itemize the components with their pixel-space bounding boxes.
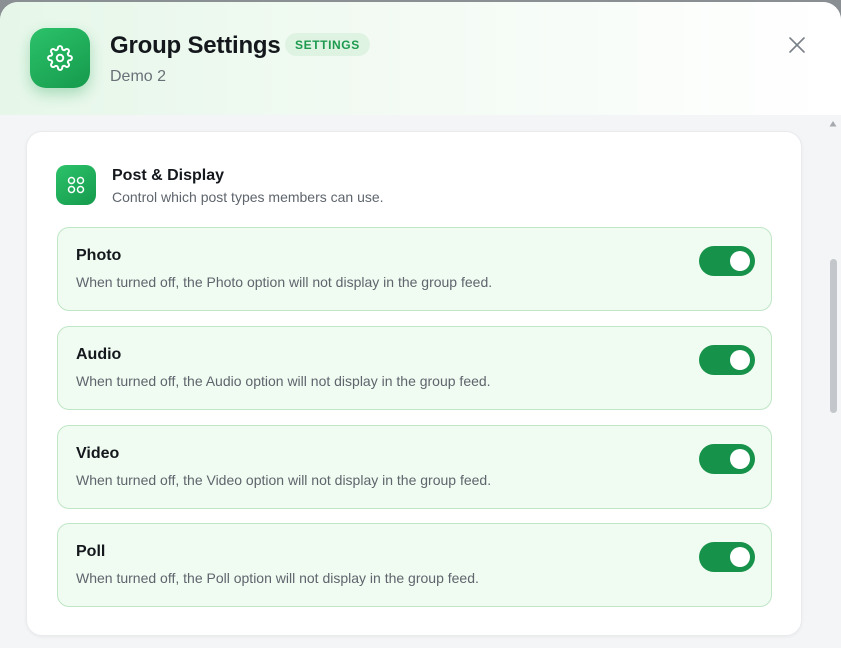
option-row-video: Video When turned off, the Video option … xyxy=(57,425,772,509)
video-toggle[interactable] xyxy=(699,444,755,474)
section-title: Post & Display xyxy=(112,167,225,184)
option-description: When turned off, the Poll option will no… xyxy=(76,570,479,586)
option-title: Poll xyxy=(76,543,106,560)
photo-toggle[interactable] xyxy=(699,246,755,276)
option-row-poll: Poll When turned off, the Poll option wi… xyxy=(57,523,772,607)
close-button[interactable] xyxy=(785,33,809,57)
audio-toggle[interactable] xyxy=(699,345,755,375)
toggle-knob xyxy=(730,449,750,469)
post-display-card: Post & Display Control which post types … xyxy=(26,131,802,636)
settings-app-icon xyxy=(30,28,90,88)
gear-icon xyxy=(47,45,73,71)
option-description: When turned off, the Photo option will n… xyxy=(76,274,493,290)
toggle-knob xyxy=(730,251,750,271)
option-title: Video xyxy=(76,445,120,462)
option-row-photo: Photo When turned off, the Photo option … xyxy=(57,227,772,311)
settings-badge: SETTINGS xyxy=(285,33,370,56)
modal-header: Group Settings SETTINGS Demo 2 xyxy=(0,2,841,115)
modal-body: Post & Display Control which post types … xyxy=(0,115,841,648)
group-settings-modal: Group Settings SETTINGS Demo 2 Post & Di… xyxy=(0,2,841,648)
option-title: Photo xyxy=(76,247,122,264)
group-name: Demo 2 xyxy=(110,68,167,85)
toggle-knob xyxy=(730,547,750,567)
section-icon xyxy=(56,165,96,205)
option-description: When turned off, the Video option will n… xyxy=(76,472,492,488)
page-title: Group Settings xyxy=(110,32,281,59)
grid-icon xyxy=(67,176,85,194)
toggle-knob xyxy=(730,350,750,370)
scrollbar-thumb[interactable] xyxy=(830,259,837,413)
section-description: Control which post types members can use… xyxy=(112,189,384,205)
option-description: When turned off, the Audio option will n… xyxy=(76,373,491,389)
option-title: Audio xyxy=(76,346,122,363)
poll-toggle[interactable] xyxy=(699,542,755,572)
scroll-up-arrow-icon[interactable] xyxy=(829,120,837,128)
option-row-audio: Audio When turned off, the Audio option … xyxy=(57,326,772,410)
close-icon xyxy=(789,37,805,53)
